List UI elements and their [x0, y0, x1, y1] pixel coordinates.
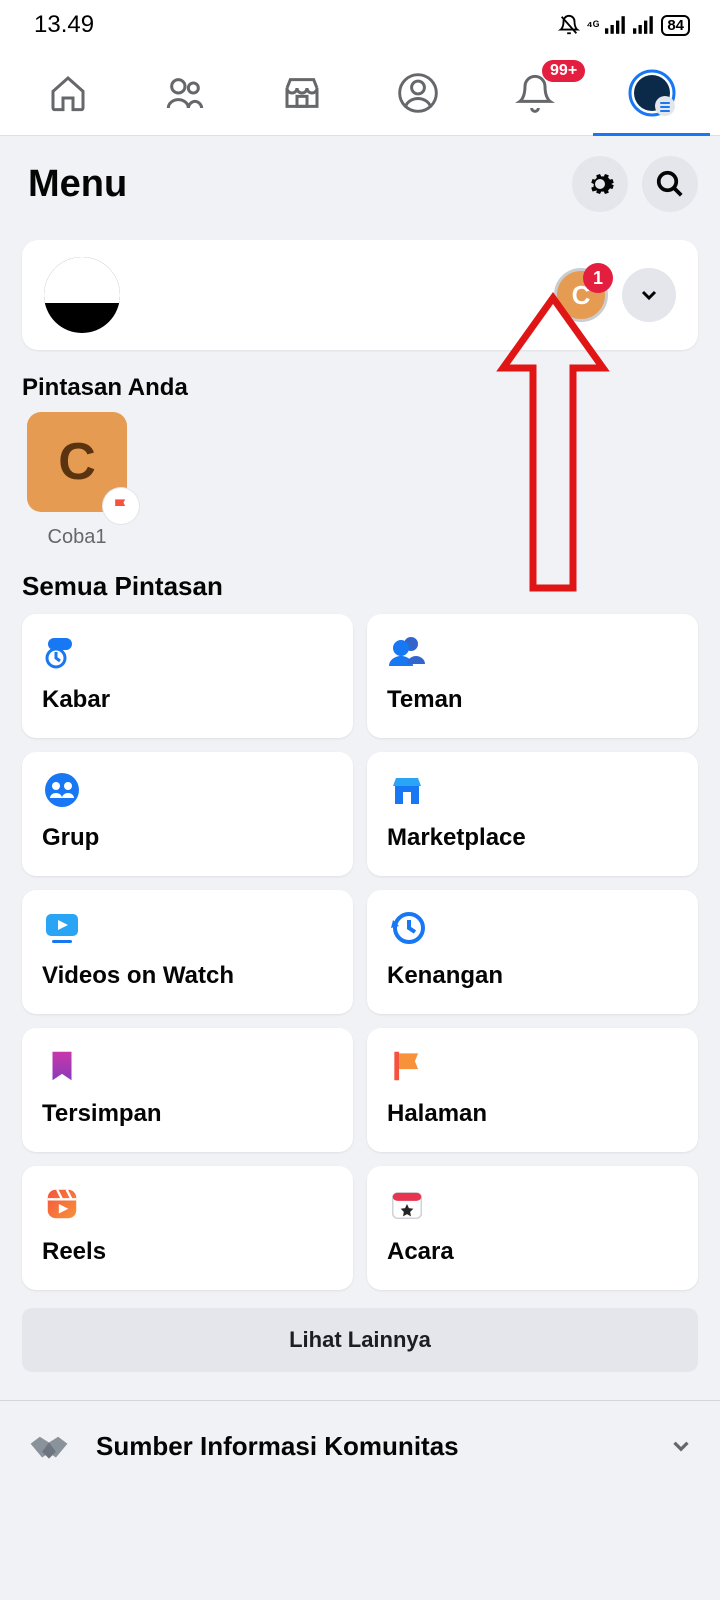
all-shortcuts-title: Semua Pintasan — [0, 549, 720, 614]
marketplace-icon — [282, 73, 322, 113]
tile-pages[interactable]: Halaman — [367, 1028, 698, 1152]
status-right: ⁴ᴳ 84 — [558, 14, 690, 36]
shortcut-grid: Kabar Teman Grup Marketplace Videos on W… — [0, 614, 720, 1290]
battery-icon: 84 — [661, 15, 690, 36]
memories-icon — [387, 908, 427, 948]
nav-tabs: 99+ — [0, 50, 720, 136]
shortcut-label: Coba1 — [48, 526, 107, 549]
tile-feed[interactable]: Kabar — [22, 614, 353, 738]
shortcut-tile: C — [27, 412, 127, 512]
feed-icon — [42, 632, 82, 672]
friends-icon — [165, 73, 205, 113]
tile-friends[interactable]: Teman — [367, 614, 698, 738]
community-resources-row[interactable]: Sumber Informasi Komunitas — [0, 1401, 720, 1491]
tab-profile[interactable] — [360, 50, 477, 135]
network-4g-icon: ⁴ᴳ — [586, 18, 599, 33]
tile-events[interactable]: Acara — [367, 1166, 698, 1290]
profile-card[interactable]: C 1 — [22, 240, 698, 350]
status-time: 13.49 — [34, 11, 94, 39]
profile-icon — [396, 71, 440, 115]
tile-label: Reels — [42, 1238, 333, 1266]
avatar — [44, 257, 120, 333]
tab-notifications[interactable]: 99+ — [477, 50, 594, 135]
tile-watch[interactable]: Videos on Watch — [22, 890, 353, 1014]
tile-label: Videos on Watch — [42, 962, 333, 990]
tile-label: Kabar — [42, 686, 333, 714]
tab-home[interactable] — [10, 50, 127, 135]
marketplace-tile-icon — [387, 770, 427, 810]
tile-label: Kenangan — [387, 962, 678, 990]
tile-label: Grup — [42, 824, 333, 852]
tile-memories[interactable]: Kenangan — [367, 890, 698, 1014]
see-more-label: Lihat Lainnya — [289, 1327, 431, 1353]
signal-icon-2 — [633, 16, 655, 34]
home-icon — [48, 73, 88, 113]
tile-label: Acara — [387, 1238, 678, 1266]
menu-avatar-icon — [628, 69, 676, 117]
search-icon — [655, 169, 685, 199]
tab-marketplace[interactable] — [243, 50, 360, 135]
shortcut-item[interactable]: C Coba1 — [22, 412, 132, 549]
page-switcher[interactable]: C 1 — [554, 268, 608, 322]
saved-icon — [42, 1046, 82, 1086]
tile-label: Marketplace — [387, 824, 678, 852]
page-flag-icon — [103, 488, 139, 524]
status-bar: 13.49 ⁴ᴳ 84 — [0, 0, 720, 50]
tab-friends[interactable] — [127, 50, 244, 135]
handshake-icon — [26, 1423, 72, 1469]
expand-button[interactable] — [622, 268, 676, 322]
watch-icon — [42, 908, 82, 948]
tile-label: Tersimpan — [42, 1100, 333, 1128]
settings-button[interactable] — [572, 156, 628, 212]
bell-off-icon — [558, 14, 580, 36]
tile-saved[interactable]: Tersimpan — [22, 1028, 353, 1152]
search-button[interactable] — [642, 156, 698, 212]
events-icon — [387, 1184, 427, 1224]
menu-header: Menu — [0, 136, 720, 226]
tab-menu[interactable] — [593, 50, 710, 135]
groups-icon — [42, 770, 82, 810]
tile-groups[interactable]: Grup — [22, 752, 353, 876]
shortcut-initial: C — [58, 432, 96, 492]
shortcuts-title: Pintasan Anda — [0, 350, 720, 412]
page-title: Menu — [28, 163, 127, 206]
tile-label: Halaman — [387, 1100, 678, 1128]
tile-label: Teman — [387, 686, 678, 714]
page-badge: 1 — [583, 263, 613, 293]
chevron-down-icon — [637, 283, 661, 307]
chevron-down-icon — [668, 1433, 694, 1459]
notif-badge: 99+ — [542, 60, 585, 82]
reels-icon — [42, 1184, 82, 1224]
see-more-button[interactable]: Lihat Lainnya — [22, 1308, 698, 1372]
tile-reels[interactable]: Reels — [22, 1166, 353, 1290]
pages-icon — [387, 1046, 427, 1086]
signal-icon — [605, 16, 627, 34]
community-label: Sumber Informasi Komunitas — [96, 1431, 644, 1462]
friends-tile-icon — [387, 632, 427, 672]
gear-icon — [585, 169, 615, 199]
tile-marketplace[interactable]: Marketplace — [367, 752, 698, 876]
